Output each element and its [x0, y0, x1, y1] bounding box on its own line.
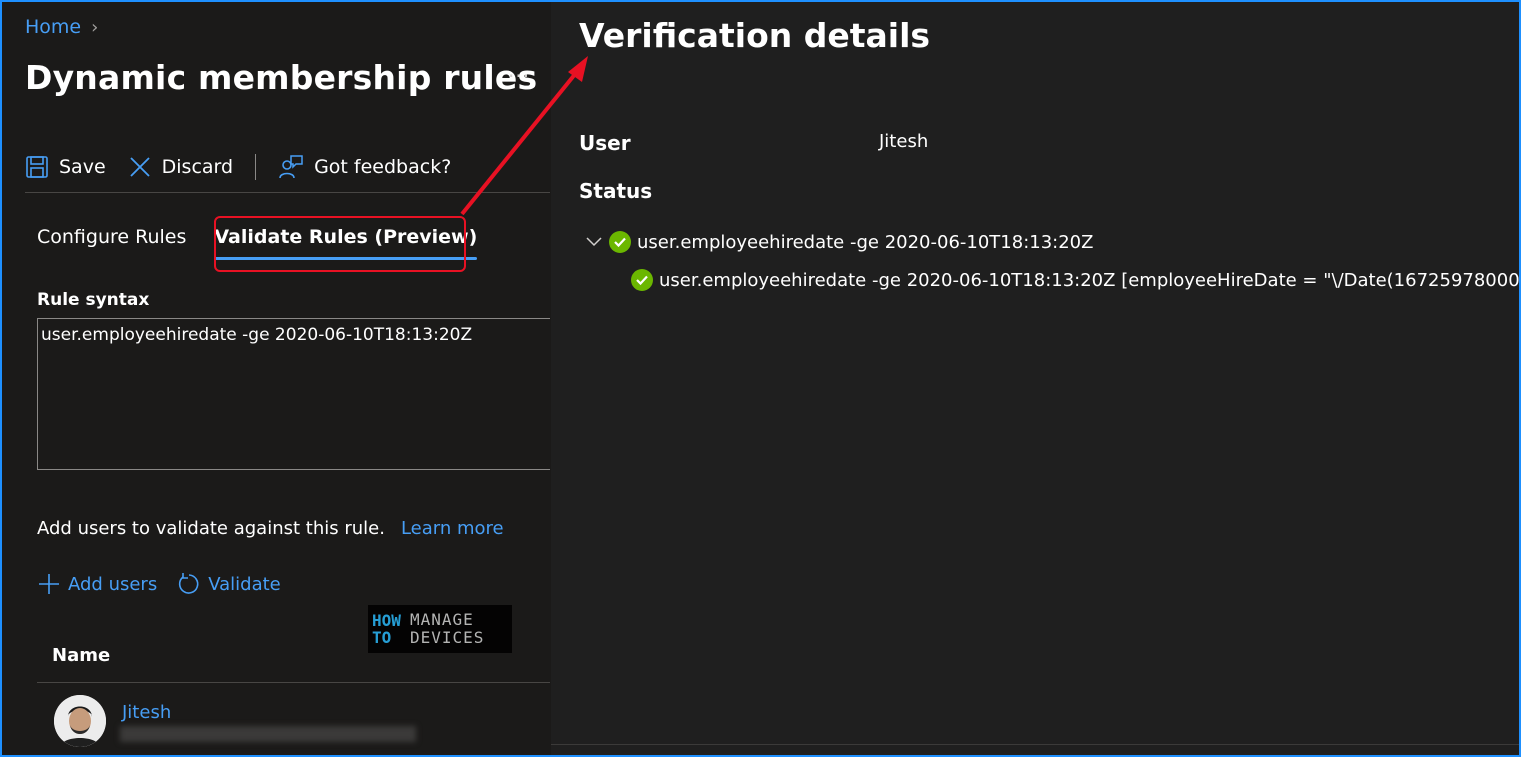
- page-title: Dynamic membership rules: [25, 58, 538, 97]
- avatar: [54, 695, 106, 747]
- rule-syntax-value: user.employeehiredate -ge 2020-06-10T18:…: [41, 325, 473, 345]
- validate-actions: Add users Validate: [37, 572, 281, 596]
- validate-description: Add users to validate against this rule.…: [37, 518, 504, 539]
- feedback-button[interactable]: Got feedback?: [278, 154, 451, 180]
- watermark-how-to: HOW TO: [372, 612, 404, 646]
- status-tree-subitem-text: user.employeehiredate -ge 2020-06-10T18:…: [659, 269, 1519, 291]
- highlight-annotation-box: [214, 216, 466, 272]
- users-table-divider: [37, 682, 550, 683]
- user-row-email-blurred: [120, 726, 416, 742]
- plus-icon: [39, 574, 59, 594]
- refresh-icon: [179, 573, 199, 594]
- chevron-down-icon[interactable]: [585, 233, 603, 251]
- status-tree-item: user.employeehiredate -ge 2020-06-10T18:…: [585, 231, 1093, 253]
- save-icon: [26, 156, 48, 178]
- user-photo: [54, 695, 106, 747]
- learn-more-link[interactable]: Learn more: [401, 518, 504, 539]
- chevron-right-icon: ›: [91, 16, 99, 38]
- status-tree-subitem: user.employeehiredate -ge 2020-06-10T18:…: [631, 269, 1519, 291]
- breadcrumb-home-link[interactable]: Home: [25, 16, 81, 38]
- save-button[interactable]: Save: [25, 155, 106, 179]
- tab-configure-rules[interactable]: Configure Rules: [37, 224, 186, 260]
- more-options-icon[interactable]: ···: [508, 64, 530, 88]
- discard-button[interactable]: Discard: [128, 155, 233, 179]
- feedback-label: Got feedback?: [314, 156, 452, 178]
- dynamic-membership-panel: Home › Dynamic membership rules ··· Save…: [2, 2, 550, 755]
- validate-button[interactable]: Validate: [177, 572, 281, 596]
- toolbar-divider-line: [25, 192, 550, 193]
- close-icon: [130, 157, 150, 177]
- verification-details-title: Verification details: [579, 16, 931, 55]
- user-value: Jitesh: [879, 131, 929, 152]
- watermark-devices: DEVICES: [410, 628, 485, 647]
- panel-bottom-divider: [551, 744, 1519, 745]
- status-label: Status: [579, 179, 653, 203]
- command-bar: Save Discard Got feedback?: [25, 148, 473, 186]
- add-users-button[interactable]: Add users: [37, 572, 157, 596]
- user-label: User: [579, 131, 631, 155]
- toolbar-divider: [255, 154, 257, 180]
- rule-syntax-textarea[interactable]: user.employeehiredate -ge 2020-06-10T18:…: [37, 318, 550, 470]
- user-row-name-link[interactable]: Jitesh: [122, 702, 171, 723]
- watermark-manage: MANAGE: [410, 610, 474, 629]
- validate-description-text: Add users to validate against this rule.: [37, 518, 385, 539]
- watermark-how: HOW: [372, 611, 401, 630]
- users-table-name-header[interactable]: Name: [52, 645, 110, 666]
- howtomanagedevices-watermark-logo: HOW TO MANAGE DEVICES: [368, 605, 512, 653]
- success-check-icon: [631, 269, 653, 291]
- add-users-label: Add users: [68, 573, 158, 595]
- discard-label: Discard: [161, 156, 234, 178]
- save-label: Save: [59, 156, 106, 178]
- status-tree-item-text: user.employeehiredate -ge 2020-06-10T18:…: [637, 231, 1094, 253]
- rule-syntax-label: Rule syntax: [37, 290, 150, 310]
- breadcrumb: Home ›: [25, 16, 98, 38]
- watermark-to: TO: [372, 628, 392, 647]
- verification-details-panel: Verification details User Jitesh Status …: [551, 2, 1519, 755]
- success-check-icon: [609, 231, 631, 253]
- watermark-manage-devices: MANAGE DEVICES: [410, 611, 484, 647]
- validate-label: Validate: [208, 573, 281, 595]
- feedback-person-icon: [279, 155, 303, 179]
